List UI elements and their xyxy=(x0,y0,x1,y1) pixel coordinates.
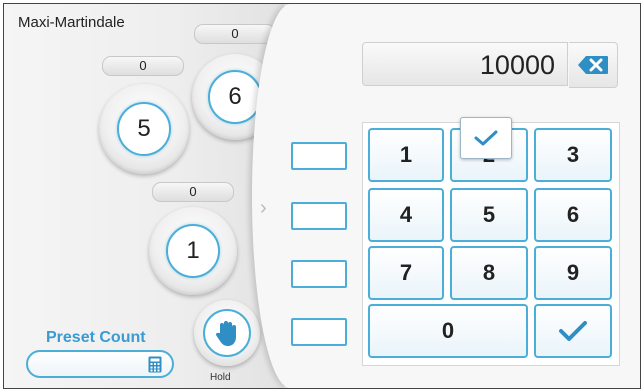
app-title: Maxi-Martindale xyxy=(18,14,125,31)
key-7[interactable]: 7 xyxy=(368,246,444,300)
number-display: 10000 xyxy=(362,42,568,86)
key-1[interactable]: 1 xyxy=(368,128,444,182)
chevron-right-icon[interactable]: › xyxy=(260,197,267,220)
key-0[interactable]: 0 xyxy=(368,304,528,358)
dial-1-value[interactable]: 1 xyxy=(166,224,220,278)
dial-5[interactable]: 5 xyxy=(99,84,189,174)
side-button-4[interactable] xyxy=(291,318,347,346)
dial-1[interactable]: 1 xyxy=(149,207,237,295)
hold-label: Hold xyxy=(210,372,231,383)
confirm-button[interactable] xyxy=(534,304,612,358)
backspace-icon xyxy=(578,56,608,74)
dial-6-value[interactable]: 6 xyxy=(208,70,262,124)
side-button-2[interactable] xyxy=(291,202,347,230)
confirm-popup-button[interactable] xyxy=(460,117,512,159)
app-window: Maxi-Martindale 0 6 0 5 0 1 Hold Preset … xyxy=(3,3,641,389)
dial-5-counter: 0 xyxy=(102,56,184,76)
dial-1-counter: 0 xyxy=(152,182,234,202)
key-6[interactable]: 6 xyxy=(534,188,612,242)
preset-count-label: Preset Count xyxy=(46,329,146,346)
preset-count-field[interactable] xyxy=(26,350,174,378)
hand-icon xyxy=(215,321,236,346)
hold-button[interactable] xyxy=(194,300,260,366)
key-9[interactable]: 9 xyxy=(534,246,612,300)
key-5[interactable]: 5 xyxy=(450,188,528,242)
checkmark-icon xyxy=(474,130,498,146)
dial-6-counter: 0 xyxy=(194,24,276,44)
key-8[interactable]: 8 xyxy=(450,246,528,300)
dial-5-value[interactable]: 5 xyxy=(117,102,171,156)
calculator-icon[interactable] xyxy=(148,356,162,373)
side-button-3[interactable] xyxy=(291,260,347,288)
left-panel: Maxi-Martindale 0 6 0 5 0 1 Hold Preset … xyxy=(4,4,284,388)
checkmark-icon xyxy=(559,321,587,341)
hold-button-inner[interactable] xyxy=(203,309,251,357)
backspace-button[interactable] xyxy=(569,42,618,88)
key-4[interactable]: 4 xyxy=(368,188,444,242)
key-3[interactable]: 3 xyxy=(534,128,612,182)
side-button-1[interactable] xyxy=(291,142,347,170)
